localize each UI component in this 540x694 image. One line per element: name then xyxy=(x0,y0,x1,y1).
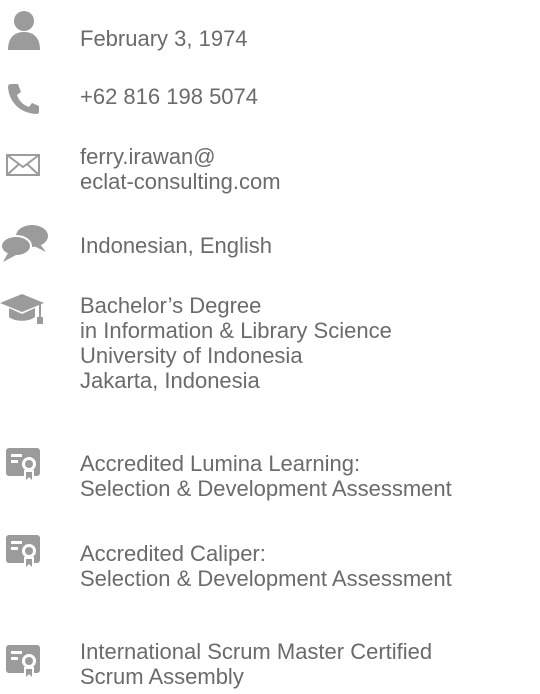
email-text: ferry.irawan@ eclat-consulting.com xyxy=(80,144,281,194)
phone-icon xyxy=(6,82,54,130)
education-degree: Bachelor’s Degree xyxy=(80,293,262,318)
education-university: University of Indonesia xyxy=(80,343,303,368)
languages-text: Indonesian, English xyxy=(80,233,272,258)
certificate-caliper-title: Accredited Caliper: xyxy=(80,541,266,566)
certificate-lumina-detail: Selection & Development Assessment xyxy=(80,476,452,501)
certificate-caliper-text: Accredited Caliper: Selection & Developm… xyxy=(80,541,452,591)
speech-bubbles-icon xyxy=(0,224,48,272)
education-text: Bachelor’s Degree in Information & Libra… xyxy=(80,293,392,393)
certificate-lumina-title: Accredited Lumina Learning: xyxy=(80,451,361,476)
graduation-cap-icon xyxy=(0,292,48,340)
education-field: in Information & Library Science xyxy=(80,318,392,343)
person-icon xyxy=(6,10,54,58)
certificate-caliper-detail: Selection & Development Assessment xyxy=(80,566,452,591)
certificate-scrum-text: International Scrum Master Certified Scr… xyxy=(80,639,432,689)
certificate-scrum-detail: Scrum Assembly xyxy=(80,664,244,689)
phone-number: +62 816 198 5074 xyxy=(80,84,259,109)
birthdate-line: February 3, 1974 xyxy=(80,26,248,51)
certificate-icon xyxy=(6,448,54,496)
envelope-icon xyxy=(6,154,54,202)
certificate-lumina-text: Accredited Lumina Learning: Selection & … xyxy=(80,451,452,501)
email-line-2: eclat-consulting.com xyxy=(80,169,281,194)
phone-text: +62 816 198 5074 xyxy=(80,84,258,109)
languages-line: Indonesian, English xyxy=(80,233,273,258)
certificate-icon xyxy=(6,535,54,583)
certificate-scrum-title: International Scrum Master Certified xyxy=(80,639,433,664)
certificate-icon xyxy=(6,645,54,693)
email-line-1: ferry.irawan@ xyxy=(80,144,216,169)
education-location: Jakarta, Indonesia xyxy=(80,368,260,393)
birthdate-text: February 3, 1974 xyxy=(80,26,248,51)
